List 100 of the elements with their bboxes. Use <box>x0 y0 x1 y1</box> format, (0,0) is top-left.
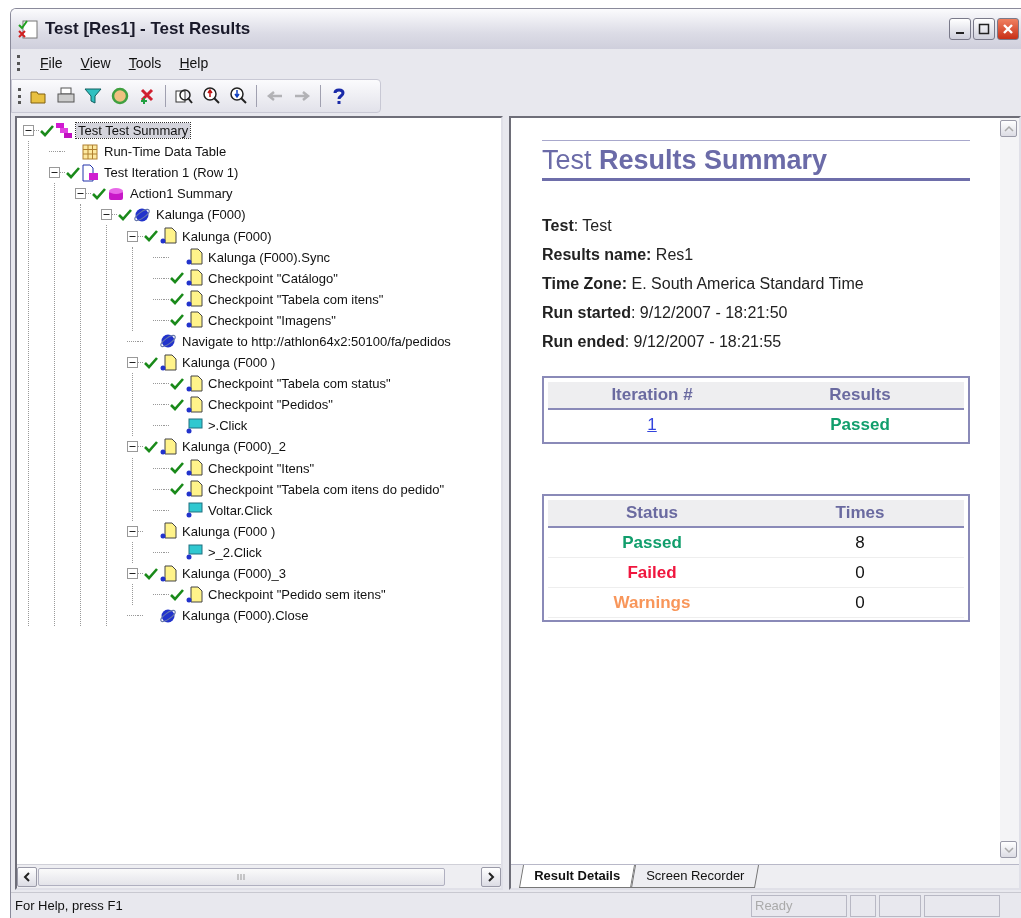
check-icon <box>170 272 184 285</box>
zoom-down-icon[interactable] <box>229 87 247 105</box>
collapse-toggle[interactable] <box>23 125 34 137</box>
menu-item[interactable]: Help <box>173 53 215 73</box>
scroll-left-button[interactable] <box>17 866 37 887</box>
close-icon <box>1002 23 1014 35</box>
tab[interactable]: Screen Recorder <box>630 865 760 888</box>
window-title: Test [Res1] - Test Results <box>45 19 252 39</box>
tree-item[interactable]: Checkpoint "Pedidos" <box>206 397 335 413</box>
status-message: For Help, press F1 <box>15 898 124 913</box>
tree-item[interactable]: Checkpoint "Pedido sem itens" <box>206 587 388 603</box>
tree-item[interactable]: Kalunga (F000)_2 <box>180 439 289 455</box>
iteration-link[interactable]: 1 <box>647 415 657 434</box>
page-icon <box>159 564 177 583</box>
tree-item[interactable]: Checkpoint "Catálogo" <box>206 270 340 286</box>
tree-item[interactable]: >_2.Click <box>206 544 264 560</box>
tree-item[interactable]: Action1 Summary <box>128 186 235 202</box>
detail-line: Run started: 9/12/2007 - 18:21:50 <box>542 303 789 323</box>
page-icon <box>185 395 203 414</box>
close-button[interactable] <box>997 18 1019 40</box>
tree-item[interactable]: Kalunga (F000) <box>154 207 248 223</box>
tree-item[interactable]: Navigate to http://athlon64x2:50100/fa/pedidos <box>180 334 453 349</box>
remove-icon[interactable] <box>138 87 156 105</box>
stacked-blocks-icon <box>55 121 73 140</box>
check-icon <box>170 462 184 475</box>
menu-item[interactable]: Tools <box>122 53 168 73</box>
collapse-toggle[interactable] <box>127 357 138 369</box>
page-icon <box>159 437 177 456</box>
check-icon <box>118 208 132 221</box>
button-icon <box>185 501 203 520</box>
detail-line: Time Zone: E. South America Standard Time <box>542 274 865 294</box>
collapse-toggle[interactable] <box>75 188 86 200</box>
check-icon <box>170 398 184 411</box>
tree-item[interactable]: Kalunga (F000) <box>180 228 274 244</box>
collapse-toggle[interactable] <box>127 568 138 579</box>
times-count: 0 <box>855 562 865 582</box>
filter-icon[interactable] <box>84 87 102 105</box>
check-icon <box>144 440 158 453</box>
column-header: Times <box>756 500 964 528</box>
minimize-button[interactable] <box>949 18 971 40</box>
document-block-icon <box>81 163 99 182</box>
tree-item[interactable]: Checkpoint "Tabela com itens" <box>206 291 386 307</box>
collapse-toggle[interactable] <box>49 167 60 179</box>
tree-item[interactable]: Test Test Summary <box>76 123 191 139</box>
tree-item[interactable]: Checkpoint "Imagens" <box>206 312 338 328</box>
collapse-toggle[interactable] <box>127 230 138 242</box>
tree-item[interactable]: Checkpoint "Tabela com status" <box>206 376 393 392</box>
status-panel <box>879 894 921 917</box>
tree-item[interactable]: Checkpoint "Tabela com itens do pedido" <box>206 481 447 497</box>
column-header: Results <box>756 382 964 410</box>
zoom-up-icon[interactable] <box>202 87 220 105</box>
tree-item[interactable]: Kalunga (F000).Close <box>180 608 311 624</box>
grip-icon <box>237 872 246 881</box>
page-icon <box>185 459 203 478</box>
tree-item[interactable]: Kalunga (F000)_3 <box>180 566 289 581</box>
page-icon <box>185 290 203 309</box>
column-header: Iteration # <box>548 382 756 410</box>
button-icon <box>185 416 203 435</box>
detail-line: Run ended: 9/12/2007 - 18:21:55 <box>542 332 783 352</box>
maximize-button[interactable] <box>973 18 995 40</box>
scroll-right-button[interactable] <box>481 866 501 887</box>
grid-icon <box>81 142 99 161</box>
tree-item[interactable]: Voltar.Click <box>206 502 275 518</box>
tab[interactable]: Result Details <box>518 865 635 888</box>
tree-item[interactable]: Kalunga (F000).Sync <box>206 249 333 265</box>
detail-line: Results name: Res1 <box>542 245 695 265</box>
status-panel <box>850 894 876 917</box>
check-icon <box>144 567 158 580</box>
target-icon[interactable] <box>111 87 129 105</box>
tree-item[interactable]: Checkpoint "Itens" <box>206 460 317 476</box>
page-icon <box>185 269 203 288</box>
find-icon[interactable] <box>175 87 193 105</box>
page-icon <box>159 522 177 541</box>
tree-item[interactable]: Kalunga (F000 ) <box>180 523 278 539</box>
collapse-toggle[interactable] <box>127 441 138 453</box>
page-icon <box>185 480 203 499</box>
status-text: Passed <box>622 532 682 552</box>
status-text: Failed <box>627 562 677 582</box>
times-count: 8 <box>855 532 865 552</box>
scroll-up-button[interactable] <box>1000 120 1017 137</box>
page-icon <box>185 311 203 330</box>
check-icon <box>144 356 158 369</box>
check-icon <box>170 293 184 306</box>
page-icon <box>159 227 177 245</box>
result-text: Passed <box>830 415 890 434</box>
scrollbar-thumb[interactable] <box>38 867 445 886</box>
check-icon <box>170 377 184 390</box>
tree-item[interactable]: Kalunga (F000 ) <box>180 355 278 371</box>
tree-item[interactable]: Test Iteration 1 (Row 1) <box>102 165 241 181</box>
collapse-toggle[interactable] <box>127 525 138 537</box>
menu-item[interactable]: View <box>74 53 117 73</box>
tree-item[interactable]: Run-Time Data Table <box>102 144 229 160</box>
menu-item[interactable]: File <box>34 53 69 73</box>
maximize-icon <box>978 23 990 35</box>
tree-item[interactable]: >.Click <box>206 418 250 434</box>
scroll-down-button[interactable] <box>1000 841 1017 858</box>
print-icon[interactable] <box>57 87 75 105</box>
check-icon <box>170 314 184 327</box>
collapse-toggle[interactable] <box>101 209 112 221</box>
page-icon <box>185 248 203 267</box>
